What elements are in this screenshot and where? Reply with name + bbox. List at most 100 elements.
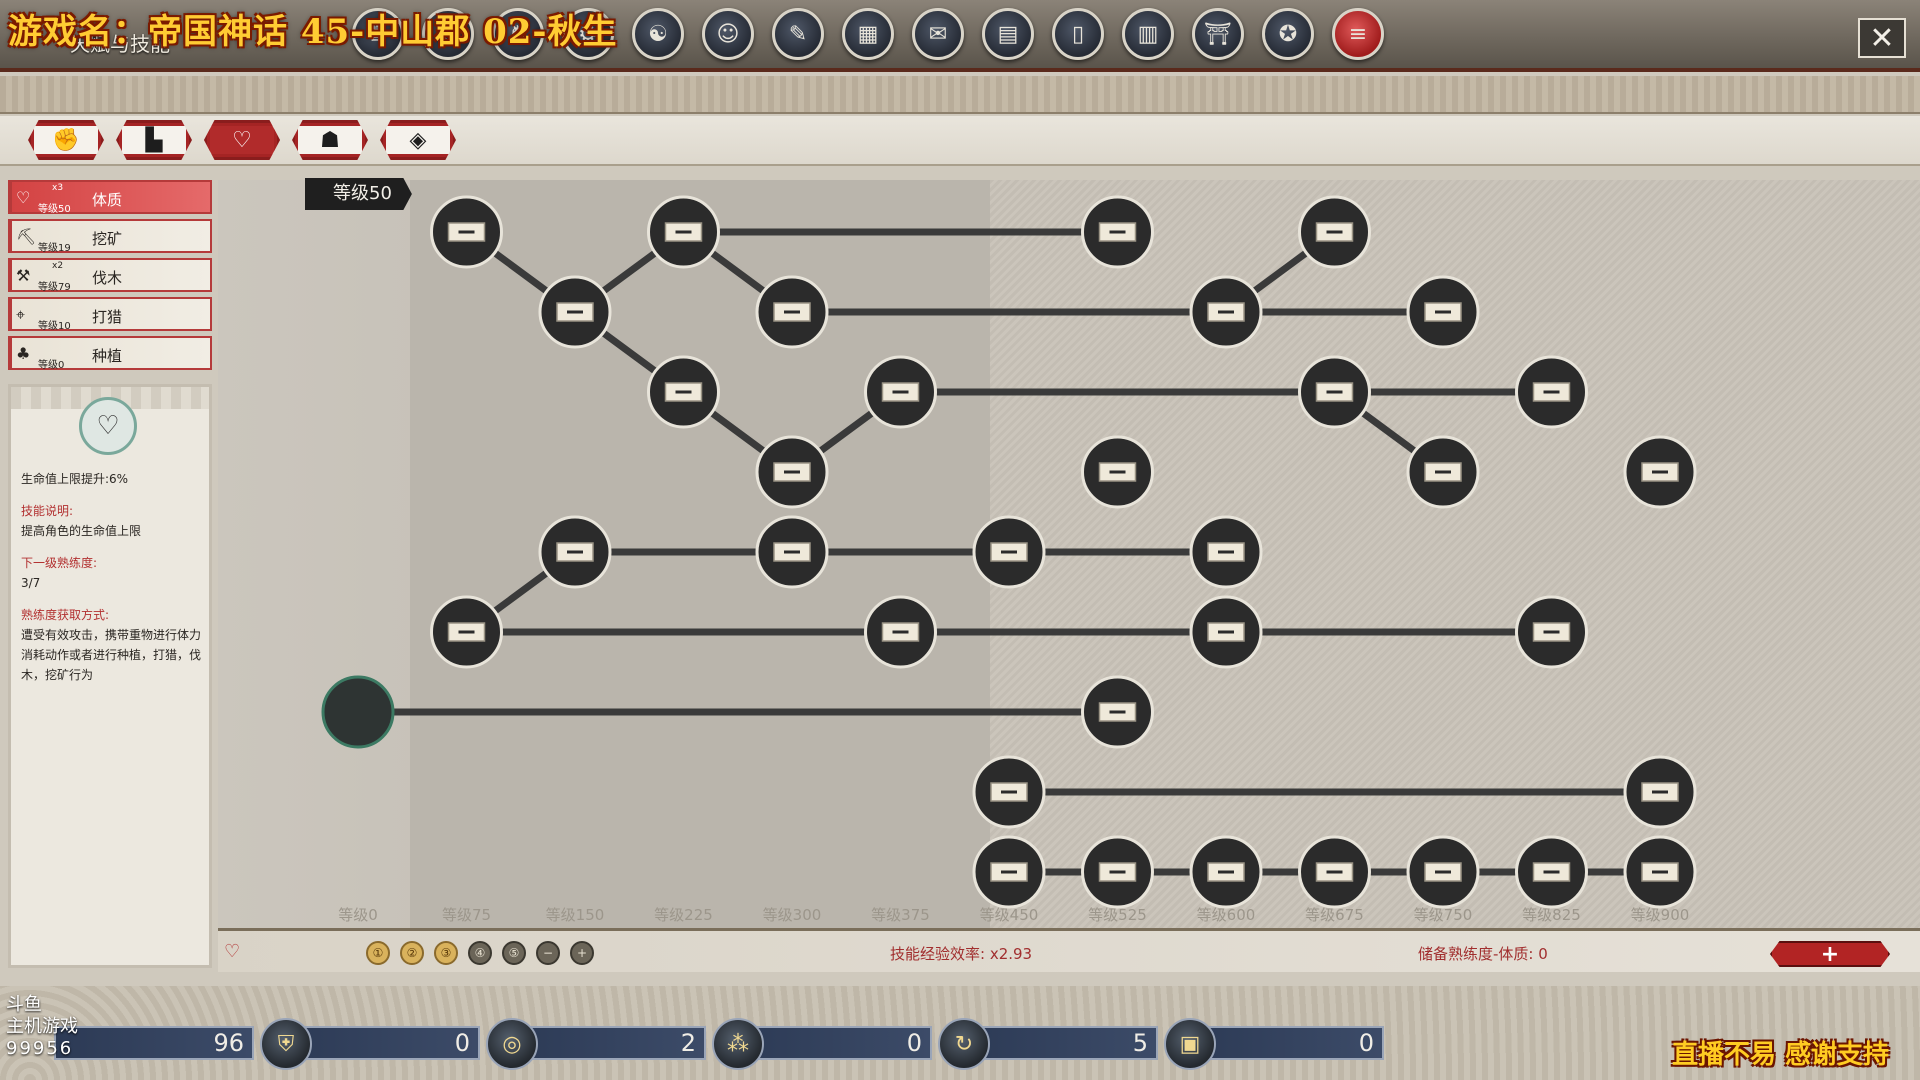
- zoom-out-button[interactable]: −: [536, 941, 560, 965]
- talent-node[interactable]: [647, 355, 720, 429]
- skill-name: 种植: [92, 347, 123, 365]
- heart-icon: ♡: [79, 397, 137, 455]
- tab-person-icon[interactable]: ☗: [292, 120, 368, 160]
- talent-node[interactable]: [1189, 275, 1263, 349]
- talent-node[interactable]: [1515, 835, 1588, 909]
- talent-node[interactable]: [1298, 835, 1371, 909]
- tab-fist-icon[interactable]: ✊: [28, 120, 104, 160]
- watermark-room: 99956: [6, 1038, 74, 1059]
- level-tick-label: 等级450: [980, 906, 1039, 924]
- skill-icon: ⛏: [16, 227, 37, 246]
- talent-node[interactable]: [1406, 435, 1480, 509]
- level-tick-label: 等级0: [338, 906, 378, 924]
- skill-item[interactable]: ⚒ x2 等级79 伐木: [8, 258, 212, 293]
- skill-icon: ♣: [16, 344, 31, 363]
- talent-node[interactable]: [1189, 515, 1263, 589]
- talent-node[interactable]: [1515, 355, 1588, 429]
- skill-name: 伐木: [92, 269, 123, 287]
- level-tick-label: 等级825: [1522, 906, 1581, 924]
- talent-node[interactable]: [430, 195, 503, 269]
- skill-name: 体质: [92, 191, 123, 209]
- talent-node[interactable]: [538, 515, 612, 589]
- talent-node-root[interactable]: [321, 675, 395, 749]
- skills-book-icon[interactable]: ≡: [1332, 8, 1384, 60]
- shrine-icon[interactable]: ⛩: [1192, 8, 1244, 60]
- map-icon[interactable]: ▦: [842, 8, 894, 60]
- talent-node[interactable]: [972, 515, 1046, 589]
- gain-method: 遭受有效攻击，携带重物进行体力消耗动作或者进行种植，打猎，伐木，挖矿行为: [21, 628, 202, 682]
- level-tick-label: 等级225: [654, 906, 713, 924]
- skill-item[interactable]: ⛏ 等级19 挖矿: [8, 219, 212, 254]
- close-button[interactable]: ✕: [1858, 18, 1906, 58]
- watermark: 斗鱼 主机游戏 99956: [6, 994, 78, 1060]
- talent-node[interactable]: [1298, 195, 1371, 269]
- speed-button[interactable]: ①: [366, 941, 390, 965]
- talent-node[interactable]: [1081, 835, 1154, 909]
- talent-node[interactable]: [1515, 595, 1588, 669]
- talent-node[interactable]: [430, 595, 503, 669]
- current-level-badge: 等级50: [305, 178, 412, 210]
- talent-node[interactable]: [972, 835, 1046, 909]
- emblem-icon[interactable]: ✪: [1262, 8, 1314, 60]
- level-tick-label: 等级300: [763, 906, 822, 924]
- level-tick-label: 等级525: [1088, 906, 1147, 924]
- talent-node[interactable]: [755, 275, 829, 349]
- skill-item[interactable]: ♣ 等级0 种植: [8, 336, 212, 371]
- level-tick-label: 等级750: [1414, 906, 1473, 924]
- scroll-icon[interactable]: ✉: [912, 8, 964, 60]
- ranking-icon[interactable]: ▥: [1122, 8, 1174, 60]
- skill-item[interactable]: ♡ x3 等级50 体质: [8, 180, 212, 215]
- face-icon[interactable]: ☺: [702, 8, 754, 60]
- skill-item[interactable]: ⌖ 等级10 打猎: [8, 297, 212, 332]
- talent-node[interactable]: [755, 435, 829, 509]
- skill-info-bar: ♡ ① ② ③ ④ ⑤ − + 技能经验效率: x2.93 储备熟练度-体质: 0 +: [218, 928, 1920, 972]
- skill-multiplier: x3: [52, 183, 64, 193]
- talent-node[interactable]: [647, 195, 720, 269]
- talent-node[interactable]: [1189, 595, 1263, 669]
- skill-level: 等级0: [38, 360, 65, 371]
- talent-node[interactable]: [1189, 835, 1263, 909]
- talent-node[interactable]: [1623, 835, 1697, 909]
- speed-button[interactable]: ②: [400, 941, 424, 965]
- chest-icon: ▣: [1164, 1018, 1216, 1070]
- skill-icon: ⚒: [16, 266, 31, 285]
- document-icon[interactable]: ▤: [982, 8, 1034, 60]
- talent-node[interactable]: [1406, 835, 1480, 909]
- desc-label: 技能说明:: [21, 504, 74, 518]
- level-tick-label: 等级900: [1631, 906, 1690, 924]
- add-proficiency-button[interactable]: +: [1770, 941, 1890, 967]
- resource-value: 96: [54, 1026, 254, 1060]
- tab-heart-icon[interactable]: ♡: [204, 120, 280, 160]
- skill-name: 挖矿: [92, 230, 123, 248]
- tab-tag-icon[interactable]: ◈: [380, 120, 456, 160]
- skill-name: 打猎: [92, 308, 123, 326]
- speed-button[interactable]: ⑤: [502, 941, 526, 965]
- speed-button[interactable]: ③: [434, 941, 458, 965]
- speed-button[interactable]: ④: [468, 941, 492, 965]
- skill-level: 等级79: [38, 282, 71, 293]
- skill-level: 等级19: [38, 243, 71, 254]
- talent-node[interactable]: [1406, 275, 1480, 349]
- book-icon[interactable]: ✎: [772, 8, 824, 60]
- talent-node[interactable]: [1623, 435, 1697, 509]
- skill-level: 等级50: [38, 204, 71, 215]
- category-tabs-row: ✊ ▙ ♡ ☗ ◈: [0, 116, 1920, 166]
- talent-node[interactable]: [864, 595, 937, 669]
- speed-controls: ① ② ③ ④ ⑤ − +: [366, 941, 594, 965]
- talent-node[interactable]: [755, 515, 829, 589]
- talent-node[interactable]: [538, 275, 612, 349]
- door-icon[interactable]: ▯: [1052, 8, 1104, 60]
- zoom-in-button[interactable]: +: [570, 941, 594, 965]
- talent-node[interactable]: [1081, 195, 1154, 269]
- talent-node[interactable]: [1081, 435, 1154, 509]
- talent-node[interactable]: [1623, 755, 1697, 829]
- talent-node[interactable]: [864, 355, 937, 429]
- tab-boot-icon[interactable]: ▙: [116, 120, 192, 160]
- talent-node[interactable]: [1081, 675, 1154, 749]
- talent-node[interactable]: [1298, 355, 1371, 429]
- skill-effect: 生命值上限提升:6%: [21, 472, 129, 486]
- thanks-banner: 直播不易 感谢支持: [1672, 1040, 1890, 1070]
- dragon-icon[interactable]: ☯: [632, 8, 684, 60]
- skill-level: 等级10: [38, 321, 71, 332]
- talent-node[interactable]: [972, 755, 1046, 829]
